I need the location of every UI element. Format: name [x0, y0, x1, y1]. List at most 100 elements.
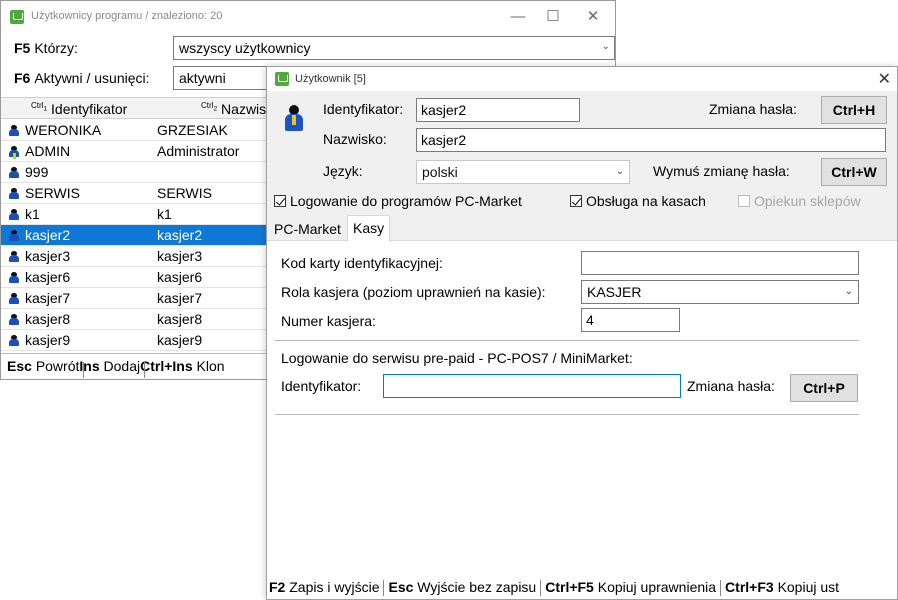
- filter-f6-text: Aktywni / usunięci:: [34, 70, 150, 86]
- force-password-change-button[interactable]: Ctrl+W: [821, 158, 887, 186]
- cell-nazwisko: kasjer8: [157, 311, 203, 327]
- checkbox-unchecked-icon: [738, 195, 750, 207]
- section-divider: [275, 414, 859, 415]
- cell-nazwisko: GRZESIAK: [157, 122, 228, 138]
- prepaid-identyfikator-label: Identyfikator:: [281, 378, 362, 394]
- footer-shortcuts: Esc Powrót Ins Dodaj Ctrl+Ins Klon: [7, 358, 225, 378]
- cell-nazwisko: kasjer7: [157, 290, 203, 306]
- cell-identyfikator: WERONIKA: [25, 122, 102, 138]
- maximize-icon[interactable]: ☐: [539, 6, 567, 28]
- footer-ctrlf3-key[interactable]: Ctrl+F3: [725, 579, 774, 595]
- footer-ctrlins-label[interactable]: Klon: [197, 358, 225, 374]
- footer-f2-key[interactable]: F2: [269, 579, 285, 595]
- footer-ctrlf5-label[interactable]: Kopiuj uprawnienia: [598, 579, 716, 595]
- dialog-footer-shortcuts: F2 Zapis i wyjście Esc Wyjście bez zapisu…: [269, 579, 839, 597]
- change-password-button[interactable]: Ctrl+H: [821, 96, 887, 124]
- filter-f6-key: F6: [14, 70, 31, 86]
- identyfikator-value: kasjer2: [421, 102, 467, 118]
- footer-esc-key[interactable]: Esc: [388, 579, 413, 595]
- minimize-icon[interactable]: —: [504, 6, 532, 28]
- cell-identyfikator: kasjer3: [25, 248, 71, 264]
- footer-f2-label[interactable]: Zapis i wyjście: [289, 579, 379, 595]
- cell-identyfikator: 999: [25, 164, 49, 180]
- checkbox-checked-icon: [570, 195, 582, 207]
- numer-kasjera-label: Numer kasjera:: [281, 313, 376, 329]
- prepaid-identyfikator-field[interactable]: [383, 374, 681, 398]
- tab-kasy[interactable]: Kasy: [347, 215, 391, 242]
- filter-row-f5: F5 Którzy: wszyscy użytkownicy ⌄: [1, 34, 615, 62]
- footer-ctrlf3-label[interactable]: Kopiuj ust: [778, 579, 839, 595]
- prepaid-change-password-button[interactable]: Ctrl+P: [790, 374, 858, 402]
- checkbox-pcmarket-label: Logowanie do programów PC-Market: [290, 193, 522, 209]
- footer-esc-label[interactable]: Wyjście bez zapisu: [417, 579, 536, 595]
- column-header-identyfikator[interactable]: Ctrl1 Identyfikator: [31, 101, 127, 117]
- footer-ctrlins-key[interactable]: Ctrl+Ins: [140, 358, 193, 374]
- nazwisko-label: Nazwisko:: [323, 131, 387, 147]
- column-label: Nazwis: [221, 101, 267, 117]
- filter-f5-select[interactable]: wszyscy użytkownicy ⌄: [173, 36, 615, 60]
- cell-identyfikator: kasjer7: [25, 290, 71, 306]
- column-label: Identyfikator: [51, 101, 128, 117]
- jezyk-label: Język:: [323, 163, 363, 179]
- checkbox-pcmarket-login[interactable]: Logowanie do programów PC-Market: [274, 193, 522, 209]
- user-icon: [9, 335, 19, 346]
- rola-kasjera-value: KASJER: [587, 284, 642, 300]
- kod-karty-field[interactable]: [581, 251, 859, 275]
- column-header-nazwisko[interactable]: Ctrl2 Nazwis: [201, 101, 266, 117]
- kod-karty-label: Kod karty identyfikacyjnej:: [281, 255, 443, 271]
- filter-f6-value: aktywni: [179, 70, 226, 86]
- footer-esc-key[interactable]: Esc: [7, 358, 32, 374]
- filter-f6-label: F6 Aktywni / usunięci:: [14, 70, 150, 86]
- checkbox-checked-icon: [274, 195, 286, 207]
- user-icon: [9, 167, 19, 178]
- users-window-title: Użytkownicy programu / znaleziono: 20: [31, 10, 223, 22]
- column-shortcut: Ctrl1: [31, 101, 48, 113]
- dialog-titlebar: Użytkownik [5] ✕: [267, 67, 897, 91]
- footer-ctrlf5-key[interactable]: Ctrl+F5: [545, 579, 594, 595]
- zmiana-hasla-label: Zmiana hasła:: [709, 101, 797, 117]
- cell-identyfikator: kasjer9: [25, 332, 71, 348]
- user-icon: [9, 209, 19, 220]
- cell-nazwisko: kasjer6: [157, 269, 203, 285]
- cell-nazwisko: kasjer3: [157, 248, 203, 264]
- cell-nazwisko: kasjer9: [157, 332, 203, 348]
- numer-kasjera-value: 4: [586, 312, 594, 328]
- user-icon: [9, 314, 19, 325]
- cell-nazwisko: k1: [157, 206, 172, 222]
- admin-tie-mark: [13, 153, 16, 159]
- tab-pc-market[interactable]: PC-Market: [269, 219, 346, 241]
- filter-f5-label: F5 Którzy:: [14, 40, 78, 56]
- rola-kasjera-select[interactable]: KASJER ⌄: [581, 280, 859, 304]
- filter-f5-value: wszyscy użytkownicy: [179, 40, 311, 56]
- cell-nazwisko: kasjer2: [157, 227, 203, 243]
- chevron-down-icon: ⌄: [844, 286, 853, 297]
- close-icon[interactable]: ✕: [579, 6, 607, 28]
- identyfikator-field[interactable]: kasjer2: [416, 98, 580, 122]
- rola-kasjera-label: Rola kasjera (poziom uprawnień na kasie)…: [281, 284, 546, 300]
- user-agent-icon: [285, 105, 303, 133]
- numer-kasjera-field[interactable]: 4: [581, 308, 680, 332]
- checkbox-store-keeper: Opiekun sklepów: [738, 193, 861, 209]
- nazwisko-value: kasjer2: [421, 132, 467, 148]
- jezyk-select[interactable]: polski ⌄: [416, 160, 630, 184]
- checkbox-cash-register[interactable]: Obsługa na kasach: [570, 193, 706, 209]
- close-icon[interactable]: ✕: [878, 69, 891, 89]
- separator: [383, 580, 385, 597]
- separator: [83, 362, 85, 378]
- footer-ins-label[interactable]: Dodaj: [104, 358, 141, 374]
- dialog-title: Użytkownik [5]: [295, 73, 366, 85]
- footer-esc-label[interactable]: Powrót: [36, 358, 80, 374]
- filter-f5-text: Którzy:: [34, 40, 78, 56]
- cell-identyfikator: kasjer6: [25, 269, 71, 285]
- chevron-down-icon: ⌄: [615, 166, 624, 177]
- app-icon: [10, 10, 24, 24]
- user-edit-dialog: Użytkownik [5] ✕ Identyfikator: kasjer2 …: [266, 66, 898, 600]
- dialog-tabs: PC-Market Kasy: [267, 215, 897, 242]
- user-icon: [9, 272, 19, 283]
- user-icon: [9, 293, 19, 304]
- cell-identyfikator: ADMIN: [25, 143, 71, 159]
- cell-identyfikator: kasjer8: [25, 311, 71, 327]
- prepaid-heading: Logowanie do serwisu pre-paid - PC-POS7 …: [281, 350, 633, 366]
- nazwisko-field[interactable]: kasjer2: [416, 128, 886, 152]
- filter-f5-key: F5: [14, 40, 31, 56]
